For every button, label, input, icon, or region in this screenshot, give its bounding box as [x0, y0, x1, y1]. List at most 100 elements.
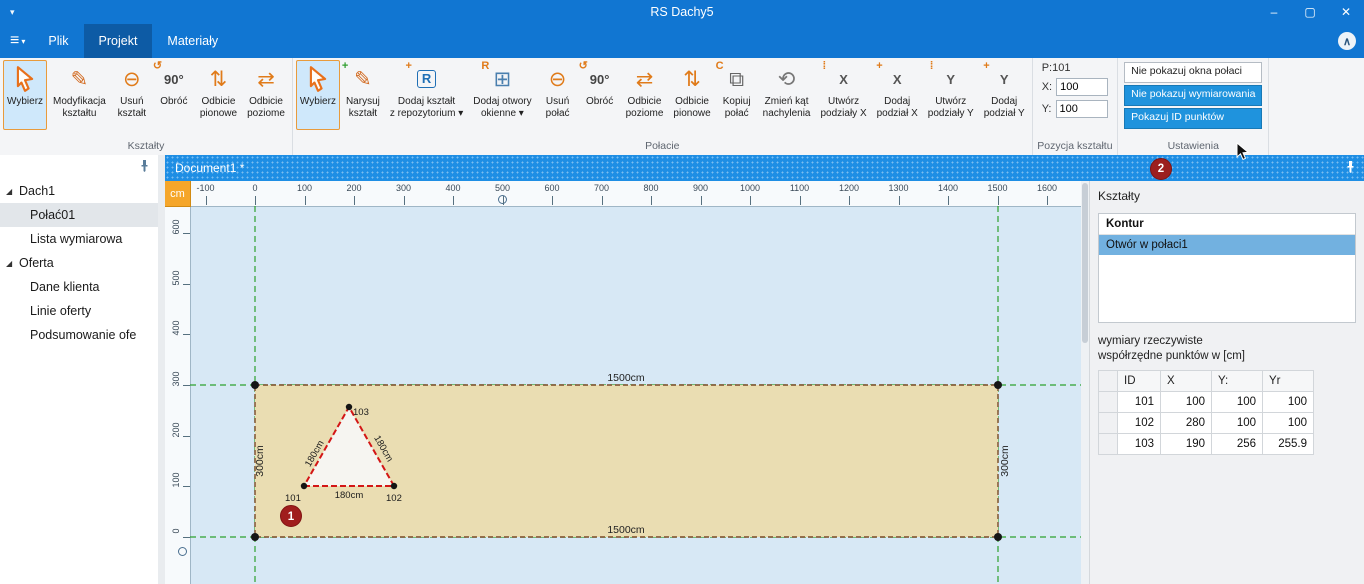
points-cell[interactable]: 100 — [1263, 413, 1314, 434]
tab-materialy[interactable]: Materiały — [152, 24, 233, 58]
ribbon-button-modyfikacja-kształtu[interactable]: ✎Modyfikacja kształtu — [49, 60, 110, 130]
row-selector[interactable] — [1099, 413, 1118, 434]
ruler-tick-label: 1500 — [987, 183, 1007, 193]
ribbon-button-usuń-połać[interactable]: ⊖Usuń połać — [538, 60, 578, 130]
ribbon-button-utwórz-podziały-y[interactable]: Y⁞Utwórz podziały Y — [924, 60, 978, 130]
tree-expander-icon[interactable]: ◢ — [6, 187, 19, 196]
draw-area[interactable]: 1500cm 1500cm 300cm 300cm 101 102 103 18… — [190, 206, 1081, 584]
pin-icon[interactable] — [1345, 161, 1356, 176]
roof-corner-point[interactable] — [994, 533, 1002, 541]
opening-point-102[interactable] — [391, 483, 397, 489]
ribbon-button-odbicie-poziome[interactable]: ⇄Odbicie poziome — [243, 60, 289, 130]
document-tab[interactable]: Document1 * — [165, 161, 244, 175]
ribbon-button-label: Kopiuj połać — [723, 96, 751, 120]
opening-point-101[interactable] — [301, 483, 307, 489]
points-cell[interactable]: 100 — [1212, 413, 1263, 434]
sidebar-item-lista-wymiarowa[interactable]: Lista wymiarowa — [0, 227, 158, 251]
points-cell[interactable]: 280 — [1161, 413, 1212, 434]
pin-icon[interactable] — [139, 159, 150, 177]
sidebar-item-dane-klienta[interactable]: Dane klienta — [0, 275, 158, 299]
toggle-pokazuj-id-punktów[interactable]: Pokazuj ID punktów — [1124, 108, 1262, 129]
annotation-badge-1-label: 1 — [288, 511, 295, 523]
rotate-90-icon: 90°↺ — [159, 64, 189, 94]
points-table-row: 101100100100 — [1099, 392, 1314, 413]
ribbon-button-kopiuj-połać[interactable]: ⧉CKopiuj połać — [717, 60, 757, 130]
points-cell[interactable]: 101 — [1118, 392, 1161, 413]
ribbon-button-zmień-kąt-nachylenia[interactable]: ⟲Zmień kąt nachylenia — [759, 60, 815, 130]
contour-item-otwór-w-połaci1[interactable]: Otwór w połaci1 — [1099, 235, 1355, 255]
ribbon-button-dodaj-podział-x[interactable]: X+Dodaj podział X — [873, 60, 922, 130]
shape-y-input[interactable] — [1056, 100, 1108, 118]
quick-access-chevron-icon[interactable]: ▾ — [10, 7, 15, 18]
drawing-canvas[interactable]: cm -100010020030040050060070080090010001… — [165, 181, 1081, 584]
toggle-nie-pokazuj-okna-połaci[interactable]: Nie pokazuj okna połaci — [1124, 62, 1262, 83]
opening-point-103[interactable] — [346, 404, 352, 410]
points-cell[interactable]: 255.9 — [1263, 434, 1314, 455]
row-selector[interactable] — [1099, 392, 1118, 413]
points-col-y: Y: — [1212, 371, 1263, 392]
point-label-101: 101 — [285, 493, 301, 504]
roof-corner-point[interactable] — [994, 381, 1002, 389]
points-cell[interactable]: 100 — [1212, 392, 1263, 413]
ribbon-button-obróć[interactable]: 90°↺Obróć — [580, 60, 620, 130]
ribbon-button-dodaj-otwory-okienne[interactable]: ⊞RDodaj otwory okienne ▾ — [469, 60, 535, 130]
remove-shape-icon: ⊖ — [543, 64, 573, 94]
ribbon-button-label: Obróć — [160, 96, 187, 108]
sidebar-item-label: Lista wymiarowa — [30, 232, 122, 246]
points-cell[interactable]: 100 — [1263, 392, 1314, 413]
ruler-tick-label: 400 — [171, 318, 181, 338]
app-menu-button[interactable]: ≡ ▾ — [0, 24, 33, 58]
ribbon-button-wybierz[interactable]: Wybierz — [3, 60, 47, 130]
ribbon-button-utwórz-podziały-x[interactable]: X⁞Utwórz podziały X — [816, 60, 870, 130]
ribbon-group-caption: Pozycja kształtu — [1033, 139, 1117, 155]
ribbon-button-dodaj-podział-y[interactable]: Y+Dodaj podział Y — [980, 60, 1029, 130]
toggle-nie-pokazuj-wymiarowania[interactable]: Nie pokazuj wymiarowania — [1124, 85, 1262, 106]
collapse-ribbon-icon[interactable]: ∧ — [1338, 32, 1356, 50]
tree-expander-icon[interactable]: ◢ — [6, 259, 19, 268]
ribbon-button-narysuj-kształt[interactable]: ✎+Narysuj kształt — [342, 60, 384, 130]
shape-x-input[interactable] — [1056, 78, 1108, 96]
ribbon-button-dodaj-kształt-z-repozytorium[interactable]: R+Dodaj kształt z repozytorium ▾ — [386, 60, 467, 130]
point-label-103: 103 — [353, 407, 369, 418]
ribbon-button-label: Dodaj otwory okienne ▾ — [473, 96, 531, 120]
sidebar-splitter[interactable] — [158, 155, 165, 584]
ruler-tick-label: 700 — [594, 183, 609, 193]
canvas-vertical-scrollbar[interactable] — [1081, 181, 1089, 584]
sidebar-item-podsumowanie-ofe[interactable]: Podsumowanie ofe — [0, 323, 158, 347]
sidebar-item-połać01[interactable]: Połać01 — [0, 203, 158, 227]
roof-corner-point[interactable] — [251, 533, 259, 541]
points-cell[interactable]: 190 — [1161, 434, 1212, 455]
ribbon-button-label: Wybierz — [7, 96, 43, 108]
sidebar-item-dach1[interactable]: ◢Dach1 — [0, 179, 158, 203]
points-cell[interactable]: 100 — [1161, 392, 1212, 413]
tab-projekt[interactable]: Projekt — [84, 24, 153, 58]
ribbon-button-obróć[interactable]: 90°↺ Obróć — [154, 60, 194, 130]
x-label: X: — [1042, 81, 1052, 93]
maximize-icon[interactable]: ▢ — [1292, 0, 1328, 24]
ribbon-button-label: Zmień kąt nachylenia — [763, 96, 811, 120]
scrollbar-thumb[interactable] — [1082, 183, 1088, 343]
row-selector[interactable] — [1099, 434, 1118, 455]
ribbon-button-usuń-kształt[interactable]: ⊖Usuń kształt — [112, 60, 152, 130]
ribbon-button-wybierz[interactable]: Wybierz — [296, 60, 340, 130]
sidebar-item-linie-oferty[interactable]: Linie oferty — [0, 299, 158, 323]
points-cell[interactable]: 103 — [1118, 434, 1161, 455]
rotate-90-icon: 90°↺ — [585, 64, 615, 94]
close-icon[interactable]: ✕ — [1328, 0, 1364, 24]
application-window: ▾ RS Dachy5 – ▢ ✕ ≡ ▾ Plik Projekt Mater… — [0, 0, 1364, 584]
points-cell[interactable]: 102 — [1118, 413, 1161, 434]
sidebar-item-oferta[interactable]: ◢Oferta — [0, 251, 158, 275]
ruler-tick-label: 1600 — [1037, 183, 1057, 193]
ribbon-button-odbicie-pionowe[interactable]: ⇅Odbicie pionowe — [196, 60, 241, 130]
minimize-icon[interactable]: – — [1256, 0, 1292, 24]
ribbon-button-odbicie-poziome[interactable]: ⇄Odbicie poziome — [622, 60, 668, 130]
sidebar-item-label: Oferta — [19, 256, 54, 270]
points-cell[interactable]: 256 — [1212, 434, 1263, 455]
ruler-tick — [701, 196, 702, 205]
tab-plik[interactable]: Plik — [33, 24, 83, 58]
ribbon-button-odbicie-pionowe[interactable]: ⇅Odbicie pionowe — [669, 60, 714, 130]
title-bar: ▾ RS Dachy5 – ▢ ✕ — [0, 0, 1364, 24]
roof-corner-point[interactable] — [251, 381, 259, 389]
mirror-vertical-icon: ⇅ — [677, 64, 707, 94]
ruler-tick — [651, 196, 652, 205]
